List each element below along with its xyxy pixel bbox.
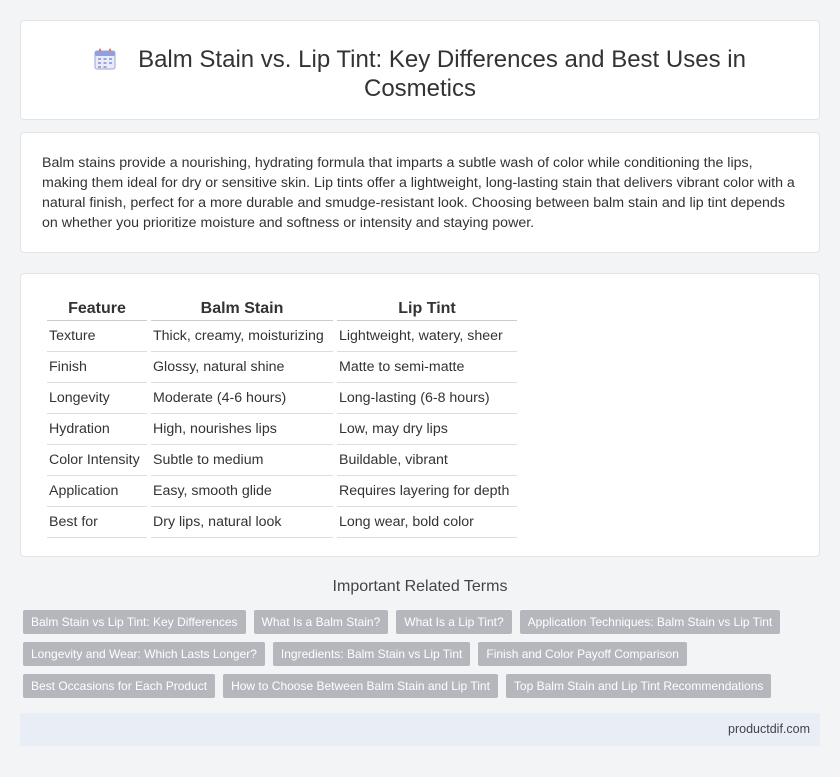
footer: productdif.com: [20, 713, 820, 746]
intro-paragraph: Balm stains provide a nourishing, hydrat…: [42, 155, 795, 231]
related-term-link[interactable]: Balm Stain vs Lip Tint: Key Differences: [23, 610, 246, 634]
table-cell: Application: [47, 476, 147, 507]
table-cell: Dry lips, natural look: [151, 507, 333, 538]
related-term-link[interactable]: Finish and Color Payoff Comparison: [478, 642, 687, 666]
table-row: Longevity Moderate (4-6 hours) Long-last…: [47, 383, 517, 414]
table-cell: Longevity: [47, 383, 147, 414]
table-cell: Moderate (4-6 hours): [151, 383, 333, 414]
table-cell: Color Intensity: [47, 445, 147, 476]
title-card: Balm Stain vs. Lip Tint: Key Differences…: [20, 20, 820, 120]
footer-site-name[interactable]: productdif.com: [728, 722, 810, 736]
table-row: Texture Thick, creamy, moisturizing Ligh…: [47, 321, 517, 352]
tag-row: Best Occasions for Each Product How to C…: [23, 674, 813, 698]
table-cell: Easy, smooth glide: [151, 476, 333, 507]
intro-card: Balm stains provide a nourishing, hydrat…: [20, 132, 820, 253]
related-term-link[interactable]: What Is a Balm Stain?: [253, 610, 389, 634]
table-cell: Long-lasting (6-8 hours): [337, 383, 517, 414]
table-cell: Thick, creamy, moisturizing: [151, 321, 333, 352]
table-row: Application Easy, smooth glide Requires …: [47, 476, 517, 507]
table-cell: Subtle to medium: [151, 445, 333, 476]
calendar-icon: [94, 48, 116, 70]
table-cell: Best for: [47, 507, 147, 538]
table-cell: Finish: [47, 352, 147, 383]
table-cell: Long wear, bold color: [337, 507, 517, 538]
table-cell: High, nourishes lips: [151, 414, 333, 445]
related-term-link[interactable]: Longevity and Wear: Which Lasts Longer?: [23, 642, 265, 666]
related-term-link[interactable]: Ingredients: Balm Stain vs Lip Tint: [272, 642, 471, 666]
related-term-link[interactable]: Top Balm Stain and Lip Tint Recommendati…: [505, 674, 772, 698]
table-header-row: Feature Balm Stain Lip Tint: [47, 294, 517, 321]
table-cell: Low, may dry lips: [337, 414, 517, 445]
table-cell: Buildable, vibrant: [337, 445, 517, 476]
related-term-link[interactable]: What Is a Lip Tint?: [396, 610, 512, 634]
header-feature: Feature: [47, 294, 147, 321]
related-term-link[interactable]: Application Techniques: Balm Stain vs Li…: [519, 610, 781, 634]
header-lip-tint: Lip Tint: [337, 294, 517, 321]
related-terms-list: Balm Stain vs Lip Tint: Key Differences …: [23, 610, 813, 706]
table-cell: Requires layering for depth: [337, 476, 517, 507]
tag-row: Longevity and Wear: Which Lasts Longer? …: [23, 642, 813, 666]
table-cell: Glossy, natural shine: [151, 352, 333, 383]
table-row: Finish Glossy, natural shine Matte to se…: [47, 352, 517, 383]
related-terms-heading: Important Related Terms: [332, 578, 508, 595]
table-cell: Texture: [47, 321, 147, 352]
table-row: Hydration High, nourishes lips Low, may …: [47, 414, 517, 445]
related-term-link[interactable]: How to Choose Between Balm Stain and Lip…: [223, 674, 498, 698]
page-title: Balm Stain vs. Lip Tint: Key Differences…: [138, 46, 746, 102]
page-title-wrap: Balm Stain vs. Lip Tint: Key Differences…: [21, 45, 819, 103]
table-cell: Lightweight, watery, sheer: [337, 321, 517, 352]
table-cell: Hydration: [47, 414, 147, 445]
table-row: Best for Dry lips, natural look Long wea…: [47, 507, 517, 538]
related-term-link[interactable]: Best Occasions for Each Product: [23, 674, 216, 698]
tag-row: Balm Stain vs Lip Tint: Key Differences …: [23, 610, 813, 634]
header-balm-stain: Balm Stain: [151, 294, 333, 321]
comparison-table: Feature Balm Stain Lip Tint Texture Thic…: [43, 294, 521, 538]
table-row: Color Intensity Subtle to medium Buildab…: [47, 445, 517, 476]
comparison-card: Feature Balm Stain Lip Tint Texture Thic…: [20, 273, 820, 557]
table-cell: Matte to semi-matte: [337, 352, 517, 383]
